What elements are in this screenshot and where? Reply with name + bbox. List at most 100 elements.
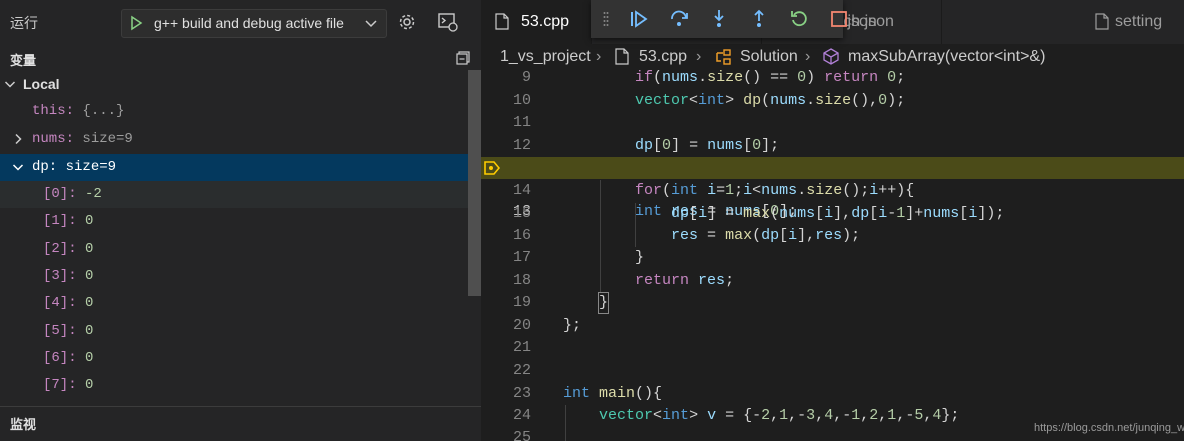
launch-config-dropdown[interactable]: g++ build and debug active file [121,9,387,38]
code-line[interactable]: 15 dp[i] = max(nums[i],dp[i-1]+nums[i]); [481,203,1184,225]
code-line[interactable]: 10 vector<int> dp(nums.size(),0); [481,90,1184,112]
collapse-all-icon[interactable] [455,50,471,66]
code-line[interactable]: 20}; [481,315,1184,337]
variable-row-dp[interactable]: dp: size=9 [0,154,468,181]
variable-value: {...} [82,103,125,119]
array-item-row[interactable]: [1]: 0 [0,208,468,235]
array-index: [1]: [43,213,77,229]
breadcrumb: 1_vs_project › 53.cpp › Solution › maxSu… [481,46,1184,68]
scope-local[interactable]: Local [0,71,468,98]
gear-icon[interactable] [397,12,417,32]
breadcrumb-file[interactable]: 53.cpp [639,46,687,68]
code-text: dp[0] = nums[0]; [635,137,780,154]
array-value: 0 [85,241,94,257]
line-number: 24 [512,407,531,424]
start-debugging-icon[interactable] [128,15,144,31]
line-number: 15 [512,205,531,222]
line-number: 14 [512,182,531,199]
code-line[interactable]: 18 return res; [481,270,1184,292]
code-text: vector<int> dp(nums.size(),0); [635,92,906,109]
run-toolbar: 运行 g++ build and debug active file [0,0,481,44]
breadcrumb-method[interactable]: maxSubArray(vector<int>&) [848,46,1045,68]
step-over-icon[interactable] [669,9,689,29]
tab-53-cpp[interactable]: 53.cpp [481,0,592,44]
variable-row-this[interactable]: this: {...} [0,98,468,125]
array-item-row[interactable]: [3]: 0 [0,263,468,290]
restart-icon[interactable] [789,9,809,29]
scope-local-label: Local [23,76,60,92]
line-number: 11 [512,114,531,131]
array-item-row[interactable]: [4]: 0 [0,290,468,317]
chevron-down-icon [365,20,377,28]
launch-config-name: g++ build and debug active file [154,15,344,31]
array-index: [0]: [43,186,77,202]
line-number: 20 [512,317,531,334]
method-icon [823,48,839,65]
chevron-down-icon [4,81,16,88]
array-item-row[interactable]: [0]: -2 [0,181,468,208]
code-editor: 53.cpp .json launch.json setting 1_vs_pr… [481,0,1184,441]
array-item-row[interactable]: [2]: 0 [0,236,468,263]
line-number: 22 [512,362,531,379]
variables-header-label: 变量 [10,53,37,68]
array-value: 0 [85,268,94,284]
breadcrumb-class[interactable]: Solution [740,46,798,68]
stop-icon[interactable] [829,9,849,29]
code-line[interactable]: 9 if(nums.size() == 0) return 0; [481,67,1184,89]
debug-toolbar [591,0,847,38]
line-number: 10 [512,92,531,109]
chevron-down-icon [12,164,24,171]
code-line[interactable]: 14 for(int i=1;i<nums.size();i++){ [481,180,1184,202]
variable-name: this: [32,103,75,119]
array-index: [7]: [43,377,77,393]
continue-icon[interactable] [629,9,649,29]
array-index: [4]: [43,295,77,311]
breadcrumb-separator: › [596,48,602,65]
line-number: 19 [512,294,531,311]
variable-name: dp: [32,159,58,175]
tab-settings[interactable]: setting [941,0,1184,44]
code-text: res = max(dp[i],res); [671,227,861,244]
code-text: if(nums.size() == 0) return 0; [635,69,906,86]
array-index: [6]: [43,350,77,366]
breakpoint-arrow-icon[interactable] [484,161,500,175]
code-line[interactable]: 21 [481,337,1184,359]
step-out-icon[interactable] [749,9,769,29]
array-index: [5]: [43,323,77,339]
array-item-row[interactable]: [5]: 0 [0,318,468,345]
code-line[interactable]: 23 int main(){ [481,383,1184,405]
code-line[interactable]: 22 [481,360,1184,382]
current-execution-line[interactable]: 13 int res = nums[0]; [481,157,1184,220]
variable-value: size=9 [82,131,133,147]
debug-console-icon[interactable] [437,11,459,33]
watch-section-header[interactable]: 监视 [0,406,481,441]
array-value: 0 [85,350,94,366]
breadcrumb-folder[interactable]: 1_vs_project [500,46,591,68]
watch-header-label: 监视 [10,417,37,432]
file-icon [1095,13,1109,30]
array-item-row[interactable]: [7]: 0 [0,372,468,399]
variables-scrollbar[interactable] [468,70,481,296]
line-number: 18 [512,272,531,289]
array-value: 0 [85,323,94,339]
line-number: 21 [512,339,531,356]
line-number: 16 [512,227,531,244]
grip-icon[interactable] [603,11,609,27]
line-number: 25 [512,429,531,441]
line-number: 12 [512,137,531,154]
code-line[interactable]: 12 dp[0] = nums[0]; [481,135,1184,157]
array-index: [2]: [43,241,77,257]
tab-label: setting [1115,13,1163,30]
code-line[interactable]: 19 } [481,292,1184,314]
line-number: 17 [512,249,531,266]
variable-row-nums[interactable]: nums: size=9 [0,126,468,153]
code-line[interactable]: 16 res = max(dp[i],res); [481,225,1184,247]
variables-section-header[interactable]: 变量 [0,45,481,71]
editor-scrollbar[interactable] [1169,70,1184,441]
array-value: 0 [85,377,94,393]
step-into-icon[interactable] [709,9,729,29]
chevron-right-icon [15,133,22,145]
code-line[interactable]: 17 } [481,247,1184,269]
code-line[interactable]: 11 [481,112,1184,134]
array-item-row[interactable]: [6]: 0 [0,345,468,372]
